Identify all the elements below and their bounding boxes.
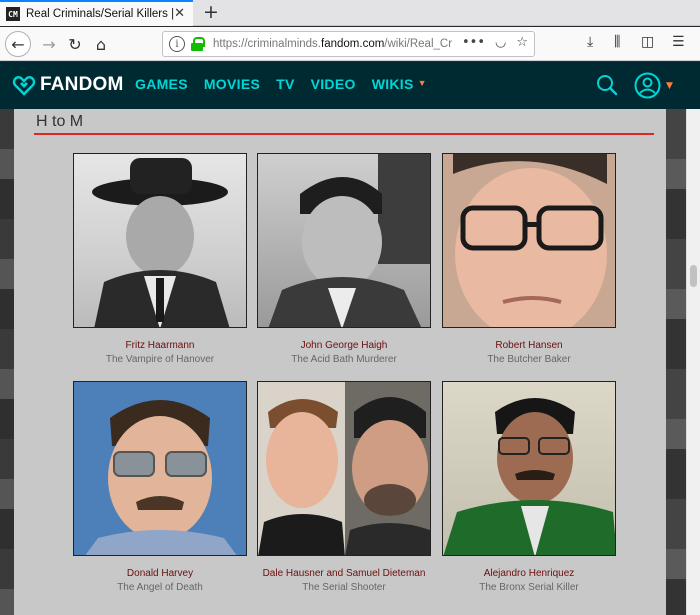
- search-icon[interactable]: [596, 74, 618, 96]
- portrait-image[interactable]: [73, 153, 247, 328]
- card-alias: The Acid Bath Murderer: [291, 354, 397, 365]
- active-tab[interactable]: CM Real Criminals/Serial Killers | ✕: [0, 0, 193, 26]
- user-menu-chevron-icon[interactable]: ▼: [666, 81, 673, 91]
- page-scrollbar[interactable]: [686, 109, 700, 615]
- tab-title: Real Criminals/Serial Killers |: [26, 8, 174, 20]
- home-button[interactable]: ⌂: [88, 31, 114, 57]
- new-tab-icon[interactable]: +: [200, 1, 222, 23]
- gallery-card[interactable]: Donald Harvey The Angel of Death: [73, 381, 247, 594]
- page-background-left: [0, 109, 14, 615]
- section-divider: [34, 133, 654, 135]
- fandom-heart-icon: [12, 76, 36, 96]
- url-path: /wiki/Real_Cr: [384, 38, 453, 50]
- navigation-toolbar: ← → ↻ ⌂ i https://criminalminds.fandom.c…: [0, 27, 700, 61]
- tab-strip: CM Real Criminals/Serial Killers | ✕ +: [0, 0, 700, 26]
- site-favicon-icon: CM: [6, 7, 20, 21]
- gallery-card[interactable]: Alejandro Henriquez The Bronx Serial Kil…: [442, 381, 616, 594]
- card-name[interactable]: Dale Hausner and Samuel Dieteman: [257, 568, 431, 580]
- menu-icon[interactable]: ☰: [672, 34, 685, 50]
- page-actions-icon[interactable]: •••: [462, 35, 485, 50]
- user-avatar-icon[interactable]: [634, 72, 661, 99]
- close-tab-icon[interactable]: ✕: [174, 6, 185, 21]
- download-icon[interactable]: ⤓: [587, 34, 593, 50]
- nav-games[interactable]: GAMES: [135, 76, 188, 92]
- nav-video[interactable]: VIDEO: [311, 76, 356, 92]
- photo-icon: [85, 400, 237, 555]
- url-prefix: https://criminalminds.: [213, 38, 322, 50]
- gallery-card[interactable]: Fritz Haarmann The Vampire of Hanover: [73, 153, 247, 366]
- photo-icon: [443, 398, 615, 555]
- address-bar[interactable]: i https://criminalminds.fandom.com/wiki/…: [162, 31, 535, 57]
- page-background-right: [666, 109, 686, 615]
- scrollbar-thumb[interactable]: [690, 265, 697, 287]
- lock-icon[interactable]: [191, 37, 205, 51]
- fandom-header: FANDOM GAMES MOVIES TV VIDEO WIKIS ▼ ▼: [0, 62, 700, 109]
- card-alias: The Vampire of Hanover: [105, 354, 215, 365]
- url-text[interactable]: https://criminalminds.fandom.com/wiki/Re…: [213, 38, 461, 50]
- portrait-image[interactable]: [442, 381, 616, 556]
- portrait-image[interactable]: [442, 153, 616, 328]
- info-icon[interactable]: i: [169, 36, 185, 52]
- library-icon[interactable]: ⫼: [614, 34, 620, 50]
- pocket-icon[interactable]: ◡: [495, 35, 506, 50]
- article-content: H to M Fritz Haarmann The Vampire of Han…: [14, 109, 666, 615]
- fandom-wordmark: FANDOM: [40, 74, 124, 95]
- nav-tv[interactable]: TV: [276, 76, 295, 92]
- card-alias: The Angel of Death: [117, 582, 203, 593]
- chevron-down-icon[interactable]: ▼: [418, 78, 427, 94]
- card-name[interactable]: Fritz Haarmann: [73, 340, 247, 352]
- bookmark-star-icon[interactable]: ☆: [516, 35, 528, 50]
- fandom-nav: GAMES MOVIES TV VIDEO WIKIS ▼: [135, 76, 427, 92]
- card-name[interactable]: Donald Harvey: [73, 568, 247, 580]
- portrait-image[interactable]: [257, 153, 431, 328]
- nav-wikis[interactable]: WIKIS: [372, 76, 414, 92]
- url-host: fandom.com: [321, 38, 385, 50]
- sidebar-icon[interactable]: ◫: [641, 34, 654, 50]
- card-alias: The Serial Shooter: [302, 582, 386, 593]
- fandom-logo[interactable]: FANDOM: [12, 73, 124, 97]
- photo-icon: [92, 158, 230, 327]
- card-alias: The Bronx Serial Killer: [479, 582, 579, 593]
- card-name[interactable]: Robert Hansen: [442, 340, 616, 352]
- gallery-card[interactable]: Dale Hausner and Samuel Dieteman The Ser…: [257, 381, 431, 594]
- forward-button[interactable]: →: [36, 31, 62, 57]
- nav-movies[interactable]: MOVIES: [204, 76, 260, 92]
- card-name[interactable]: Alejandro Henriquez: [442, 568, 616, 580]
- photo-icon: [258, 382, 430, 555]
- photo-icon: [453, 154, 607, 327]
- portrait-image[interactable]: [257, 381, 431, 556]
- reload-button[interactable]: ↻: [62, 31, 88, 57]
- section-heading: H to M: [36, 113, 84, 130]
- portrait-image[interactable]: [73, 381, 247, 556]
- back-button[interactable]: ←: [5, 31, 31, 57]
- card-name[interactable]: John George Haigh: [257, 340, 431, 352]
- photo-icon: [268, 154, 430, 327]
- gallery-card[interactable]: John George Haigh The Acid Bath Murderer: [257, 153, 431, 366]
- card-alias: The Butcher Baker: [487, 354, 571, 365]
- gallery-card[interactable]: Robert Hansen The Butcher Baker: [442, 153, 616, 366]
